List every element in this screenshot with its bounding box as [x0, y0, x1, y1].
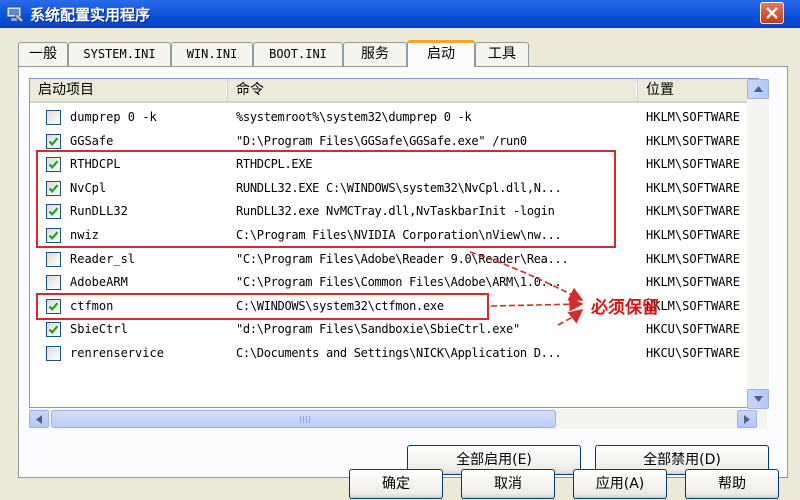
- tab-startup[interactable]: 启动: [407, 40, 475, 67]
- annotation-arrows: [469, 251, 584, 326]
- annotation-label: 必须保留: [591, 298, 659, 318]
